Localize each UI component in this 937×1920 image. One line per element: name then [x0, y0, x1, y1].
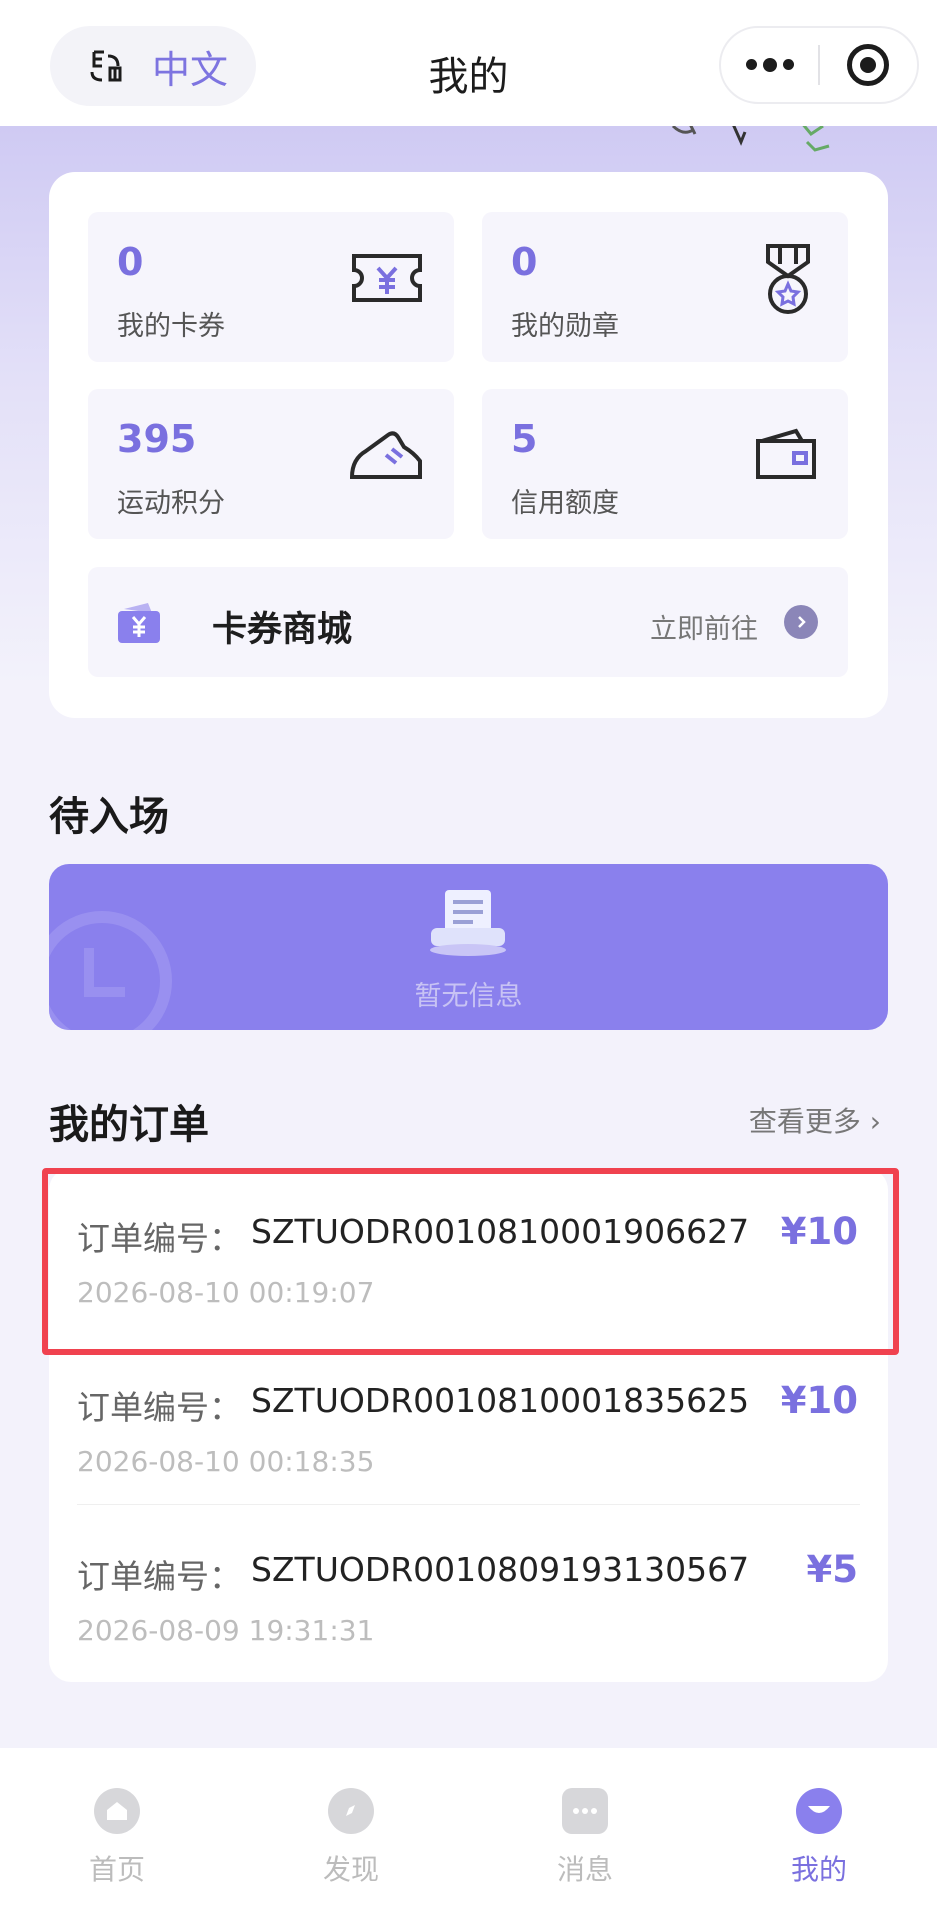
my-medals-tile[interactable]: 0 我的勋章: [482, 212, 848, 362]
go-now-label: 立即前往: [650, 614, 758, 645]
compass-icon: [328, 1788, 374, 1834]
selected-order-highlight: [42, 1168, 899, 1355]
bottom-tab-bar: 首页 发现 消息 我的: [0, 1748, 937, 1920]
tab-label: 我的: [790, 1853, 847, 1886]
tab-profile[interactable]: 我的: [702, 1748, 936, 1920]
order-price: ¥10: [780, 1379, 858, 1422]
empty-printer-icon: [430, 890, 506, 956]
order-row[interactable]: 订单编号： SZTUODR0010810001835625 ¥10 2026-0…: [49, 1337, 888, 1505]
order-number: SZTUODR0010809193130567: [251, 1550, 750, 1589]
coupons-count: 0: [117, 240, 144, 284]
more-menu-button[interactable]: [721, 28, 818, 102]
order-number-label: 订单编号：: [77, 1557, 242, 1596]
wallet-icon: [756, 428, 816, 479]
pending-entry-title: 待入场: [49, 794, 169, 840]
account-stats-card: 0 我的卡券 0 我的勋章 395 运动积分 5 信用额度 卡券商城 立即前往: [49, 172, 888, 718]
ticket-icon: [352, 254, 422, 302]
order-time: 2026-08-10 00:18:35: [77, 1445, 375, 1478]
profile-icon: [796, 1788, 842, 1834]
coupon-mall-entry[interactable]: 卡券商城 立即前往: [88, 567, 848, 677]
points-count: 395: [117, 417, 197, 461]
order-time: 2026-08-09 19:31:31: [77, 1614, 375, 1647]
tab-label: 首页: [88, 1853, 145, 1886]
coupon-mall-title: 卡券商城: [212, 610, 353, 650]
tab-messages[interactable]: 消息: [468, 1748, 702, 1920]
view-more-link[interactable]: 查看更多 ›: [749, 1100, 881, 1140]
sports-points-tile[interactable]: 395 运动积分: [88, 389, 454, 539]
credit-label: 信用额度: [511, 488, 619, 519]
chevron-right-icon: [784, 605, 818, 639]
tab-label: 发现: [322, 1853, 379, 1886]
tab-home[interactable]: 首页: [0, 1748, 234, 1920]
medals-label: 我的勋章: [511, 311, 619, 342]
order-row[interactable]: 订单编号： SZTUODR0010809193130567 ¥5 2026-08…: [49, 1506, 888, 1674]
more-dots-icon: [745, 57, 794, 72]
sneaker-icon: [349, 431, 422, 479]
coupon-mall-icon: [118, 603, 160, 643]
my-orders-title: 我的订单: [49, 1102, 209, 1148]
home-icon: [94, 1788, 140, 1834]
target-icon: [847, 44, 890, 86]
message-icon: [562, 1788, 608, 1834]
order-number: SZTUODR0010810001835625: [251, 1381, 750, 1420]
close-mini-program-button[interactable]: [820, 28, 917, 102]
credit-limit-tile[interactable]: 5 信用额度: [482, 389, 848, 539]
order-number-label: 订单编号：: [77, 1388, 242, 1427]
top-nav-bar: 中文 我的: [0, 0, 937, 126]
empty-info-text: 暂无信息: [414, 981, 523, 1012]
my-coupons-tile[interactable]: 0 我的卡券: [88, 212, 454, 362]
credit-count: 5: [511, 417, 538, 461]
medals-count: 0: [511, 240, 538, 284]
tab-label: 消息: [556, 1853, 613, 1886]
mini-program-capsule: [719, 26, 919, 104]
points-label: 运动积分: [117, 488, 225, 519]
order-price: ¥5: [806, 1548, 859, 1591]
medal-icon: [766, 244, 810, 314]
order-divider: [77, 1504, 860, 1505]
tab-discover[interactable]: 发现: [234, 1748, 468, 1920]
pending-entry-banner: 暂无信息: [49, 864, 888, 1030]
coupons-label: 我的卡券: [117, 311, 225, 342]
